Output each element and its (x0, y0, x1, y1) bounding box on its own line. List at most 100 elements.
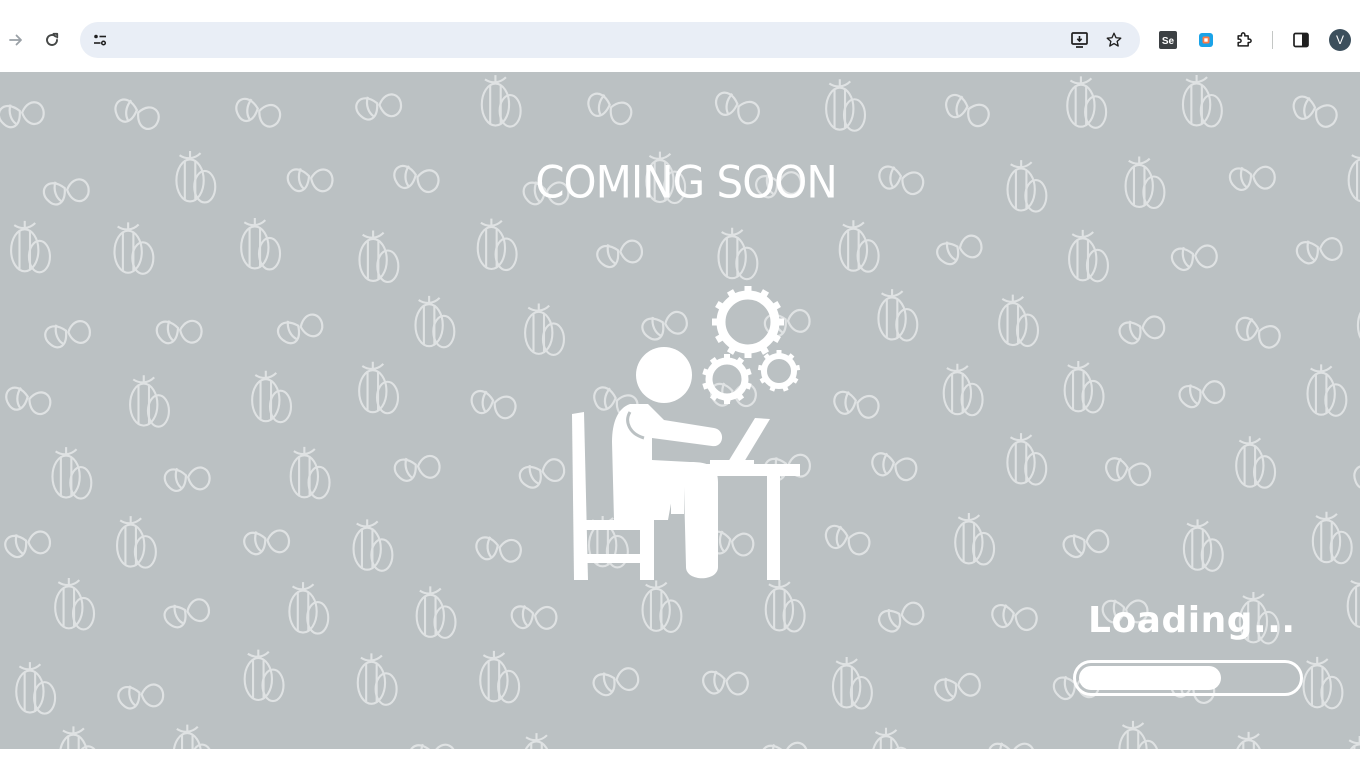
cacao-pod-icon (15, 662, 57, 715)
cacao-pod-icon (764, 580, 806, 633)
coffee-bean-icon (276, 313, 324, 345)
browser-toolbar: Se V (0, 0, 1366, 72)
tune-icon (94, 34, 107, 46)
coffee-bean-icon (393, 454, 441, 482)
coffee-bean-icon (470, 389, 517, 420)
cacao-pod-icon (942, 363, 984, 417)
cacao-pod-icon (356, 653, 398, 706)
cacao-pod-icon (831, 657, 873, 710)
coffee-bean-icon (44, 320, 91, 349)
page-title: COMING SOON (535, 156, 838, 209)
selenium-extension-button[interactable]: Se (1155, 27, 1181, 53)
coffee-bean-icon (988, 742, 1035, 749)
cacao-pod-icon (1346, 579, 1360, 629)
cacao-pod-icon (172, 724, 211, 749)
page-content: COMING SOON Loading... (0, 72, 1360, 749)
cacao-pod-icon (717, 227, 759, 281)
selenium-icon: Se (1159, 31, 1177, 49)
cacao-pod-icon (1118, 720, 1159, 749)
coffee-bean-icon (1178, 380, 1226, 409)
star-icon (1106, 32, 1122, 47)
cacao-pod-icon (954, 513, 996, 566)
cacao-pod-icon (877, 289, 919, 342)
url-input[interactable] (124, 28, 1088, 54)
coffee-bean-icon (1235, 316, 1281, 349)
loading-progress-bar (1073, 660, 1303, 696)
profile-avatar[interactable]: V (1329, 29, 1351, 51)
cacao-pod-icon (1182, 519, 1224, 572)
forward-button[interactable] (0, 24, 32, 56)
bookmark-button[interactable] (1100, 26, 1128, 54)
extensions-button[interactable] (1231, 27, 1257, 53)
side-panel-icon (1293, 32, 1309, 48)
cacao-pod-icon (10, 220, 51, 274)
cacao-pod-icon (415, 586, 457, 639)
cacao-pod-icon (476, 218, 518, 272)
site-info-button[interactable] (86, 26, 114, 54)
coffee-bean-icon (155, 319, 203, 345)
cacao-pod-icon (352, 519, 394, 572)
cacao-pod-icon (1236, 731, 1261, 749)
coffee-bean-icon (991, 604, 1038, 632)
install-app-button[interactable] (1066, 26, 1094, 54)
cacao-pod-icon (288, 582, 330, 635)
coffee-bean-icon (235, 97, 282, 128)
cacao-pod-icon (1181, 75, 1223, 128)
cacao-pod-icon (358, 230, 400, 284)
cacao-pod-icon (1063, 360, 1105, 414)
coffee-bean-icon (1295, 237, 1343, 265)
cacao-pod-icon (524, 303, 566, 356)
coffee-bean-icon (1105, 457, 1152, 487)
selenium-label: Se (1161, 36, 1175, 47)
cacao-pod-icon (1306, 364, 1348, 417)
coffee-bean-icon (878, 601, 925, 633)
cacao-pod-icon (524, 733, 549, 749)
gear-small-icon (757, 350, 801, 392)
reload-button[interactable] (36, 24, 68, 56)
coffee-bean-icon (163, 466, 211, 492)
coffee-bean-icon (1170, 244, 1218, 271)
coffee-bean-icon (945, 93, 990, 128)
coffee-bean-icon (1062, 529, 1110, 559)
cacao-pod-icon (825, 79, 867, 132)
window-bottom-edge (0, 749, 1366, 768)
coffee-bean-icon (1292, 95, 1338, 128)
cacao-pod-icon (479, 650, 521, 704)
cacao-pod-icon (240, 218, 282, 271)
coffee-bean-icon (475, 536, 522, 563)
cacao-pod-icon (414, 295, 456, 349)
cacao-pod-icon (872, 727, 907, 749)
side-panel-button[interactable] (1288, 27, 1314, 53)
cacao-pod-icon (1302, 656, 1344, 710)
cacao-pod-icon (251, 370, 293, 424)
cacao-pod-icon (113, 222, 155, 275)
gear-medium-icon (702, 354, 752, 404)
color-picker-extension-button[interactable] (1193, 27, 1219, 53)
cacao-pod-icon (1311, 511, 1353, 565)
cacao-pod-icon (1235, 436, 1277, 489)
cacao-pod-icon (1006, 433, 1048, 486)
cacao-pod-icon (289, 446, 331, 500)
coffee-bean-icon (510, 605, 558, 630)
coffee-bean-icon (243, 529, 291, 556)
coffee-bean-icon (117, 683, 165, 710)
coffee-bean-icon (824, 524, 871, 556)
cacao-pod-icon (480, 75, 522, 128)
person-working-icon (572, 286, 801, 580)
install-app-icon (1071, 32, 1088, 48)
coffee-bean-icon (871, 452, 918, 482)
page-edge (1360, 72, 1366, 749)
loading-progress-fill (1079, 666, 1221, 690)
cacao-pod-icon (1348, 736, 1360, 749)
coffee-bean-icon (592, 667, 640, 697)
cacao-pod-icon (115, 516, 157, 569)
coffee-bean-icon (4, 530, 51, 559)
coffee-bean-icon (934, 673, 981, 702)
coffee-bean-icon (1353, 464, 1360, 490)
coffee-bean-icon (114, 98, 160, 130)
coffee-bean-icon (355, 93, 403, 121)
puzzle-icon (1237, 32, 1252, 47)
coffee-bean-icon (702, 670, 749, 696)
coffee-bean-icon (714, 91, 760, 125)
address-bar[interactable] (80, 22, 1140, 58)
